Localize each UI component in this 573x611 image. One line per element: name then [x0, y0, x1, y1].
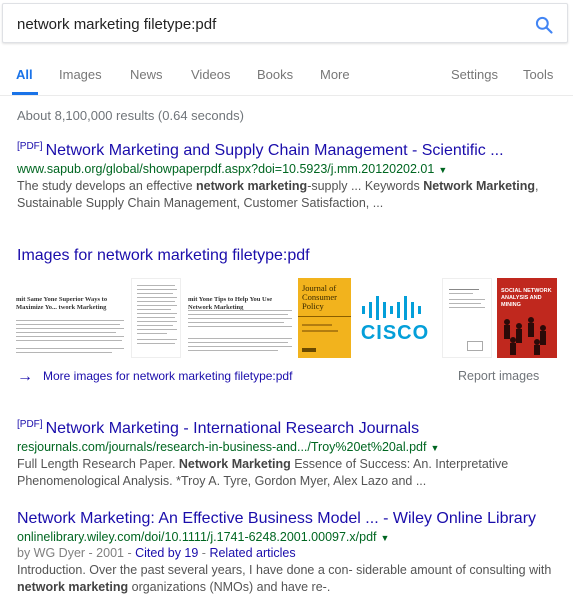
snippet-highlight: Network Marketing: [178, 457, 291, 471]
search-box[interactable]: [2, 3, 568, 43]
result-snippet: Introduction. Over the past several year…: [17, 562, 567, 596]
report-images-link[interactable]: Report images: [458, 369, 539, 383]
result-title-link[interactable]: Network Marketing - International Resear…: [46, 420, 420, 437]
related-articles-link[interactable]: Related articles: [209, 546, 295, 560]
url-dropdown-icon[interactable]: ▼: [381, 533, 390, 543]
image-thumbnail-document[interactable]: [442, 278, 492, 358]
image-thumbnail-journal-cover[interactable]: Journal of Consumer Policy: [298, 278, 351, 358]
thumbnail-doc-heading: mit Same Yone Superior Ways to Maximize …: [16, 296, 108, 311]
tab-books[interactable]: Books: [257, 67, 293, 82]
snippet-text: The study develops an effective: [17, 179, 197, 193]
result-title-link[interactable]: Network Marketing and Supply Chain Manag…: [46, 142, 504, 159]
result-url: onlinelibrary.wiley.com/doi/10.1111/j.17…: [17, 530, 567, 544]
result-title-row: [PDF] Network Marketing and Supply Chain …: [17, 141, 567, 160]
tab-tools[interactable]: Tools: [523, 67, 553, 82]
search-result: [PDF] Network Marketing - International R…: [17, 419, 567, 490]
pdf-tag: [PDF]: [17, 141, 43, 152]
cisco-wordmark: CISCO: [360, 322, 430, 344]
snippet-text: Introduction. Over the past several year…: [17, 563, 552, 577]
journal-cover-title: Journal of Consumer Policy: [302, 283, 337, 311]
active-tab-indicator: [12, 92, 38, 95]
tab-more[interactable]: More: [320, 67, 350, 82]
result-url: www.sapub.org/global/showpaperpdf.aspx?d…: [17, 162, 567, 176]
url-dropdown-icon[interactable]: ▼: [438, 165, 447, 175]
image-thumbnail-cisco-logo[interactable]: CISCO: [356, 278, 434, 358]
more-images-link[interactable]: → More images for network marketing filet…: [17, 368, 292, 386]
tab-images[interactable]: Images: [59, 67, 102, 82]
arrow-right-icon: →: [17, 368, 33, 385]
result-title-row: [PDF] Network Marketing - International R…: [17, 419, 567, 438]
result-url-text: onlinelibrary.wiley.com/doi/10.1111/j.17…: [17, 530, 377, 544]
result-url-text: resjournals.com/journals/research-in-bus…: [17, 440, 427, 454]
tab-news[interactable]: News: [130, 67, 163, 82]
snippet-highlight: Network Marketing: [423, 179, 536, 193]
tab-videos[interactable]: Videos: [191, 67, 231, 82]
search-tabs: All Images News Videos Books More Settin…: [0, 58, 573, 96]
images-heading-link[interactable]: Images for network marketing filetype:pd…: [17, 247, 310, 265]
image-thumbnail-document[interactable]: mit Same Yone Superior Ways to Maximize …: [14, 278, 126, 358]
pdf-tag: [PDF]: [17, 419, 43, 430]
image-thumbnail-document[interactable]: [131, 278, 181, 358]
result-title-link[interactable]: Network Marketing: An Effective Business…: [17, 510, 536, 527]
result-meta: by WG Dyer - 2001 - Cited by 19 - Relate…: [17, 546, 567, 560]
meta-separator: -: [198, 546, 210, 560]
cited-by-link[interactable]: Cited by 19: [135, 546, 198, 560]
meta-author: by WG Dyer - 2001 -: [17, 546, 136, 560]
result-url-text: www.sapub.org/global/showpaperpdf.aspx?d…: [17, 162, 435, 176]
snippet-text: -supply ... Keywords: [307, 179, 424, 193]
search-input[interactable]: [17, 14, 497, 34]
snippet-highlight: network marketing: [196, 179, 308, 193]
result-url: resjournals.com/journals/research-in-bus…: [17, 440, 567, 454]
tab-all[interactable]: All: [16, 67, 33, 82]
url-dropdown-icon[interactable]: ▼: [430, 443, 439, 453]
result-stats: About 8,100,000 results (0.64 seconds): [17, 108, 244, 123]
sna-cover-title: SOCIAL NETWORK ANALYSIS AND MINING: [501, 288, 552, 308]
result-snippet: The study develops an effective network …: [17, 178, 567, 212]
snippet-text: organizations (NMOs) and have re-.: [128, 580, 331, 594]
result-title-row: Network Marketing: An Effective Business…: [17, 510, 567, 528]
search-icon[interactable]: [534, 15, 554, 35]
snippet-text: Full Length Research Paper.: [17, 457, 179, 471]
more-images-label: More images for network marketing filety…: [43, 369, 293, 383]
image-thumbnail-document[interactable]: mit Yone Tips to Help You Use Network Ma…: [186, 278, 294, 358]
people-figures-icon: [504, 317, 546, 355]
tab-settings[interactable]: Settings: [451, 67, 498, 82]
result-snippet: Full Length Research Paper. Network Mark…: [17, 456, 567, 490]
cisco-bars-icon: [362, 296, 421, 320]
image-thumbnail-journal-cover[interactable]: SOCIAL NETWORK ANALYSIS AND MINING: [497, 278, 557, 358]
search-result: [PDF] Network Marketing and Supply Chain …: [17, 141, 567, 212]
snippet-highlight: network marketing: [17, 580, 129, 594]
search-result: Network Marketing: An Effective Business…: [17, 510, 567, 596]
